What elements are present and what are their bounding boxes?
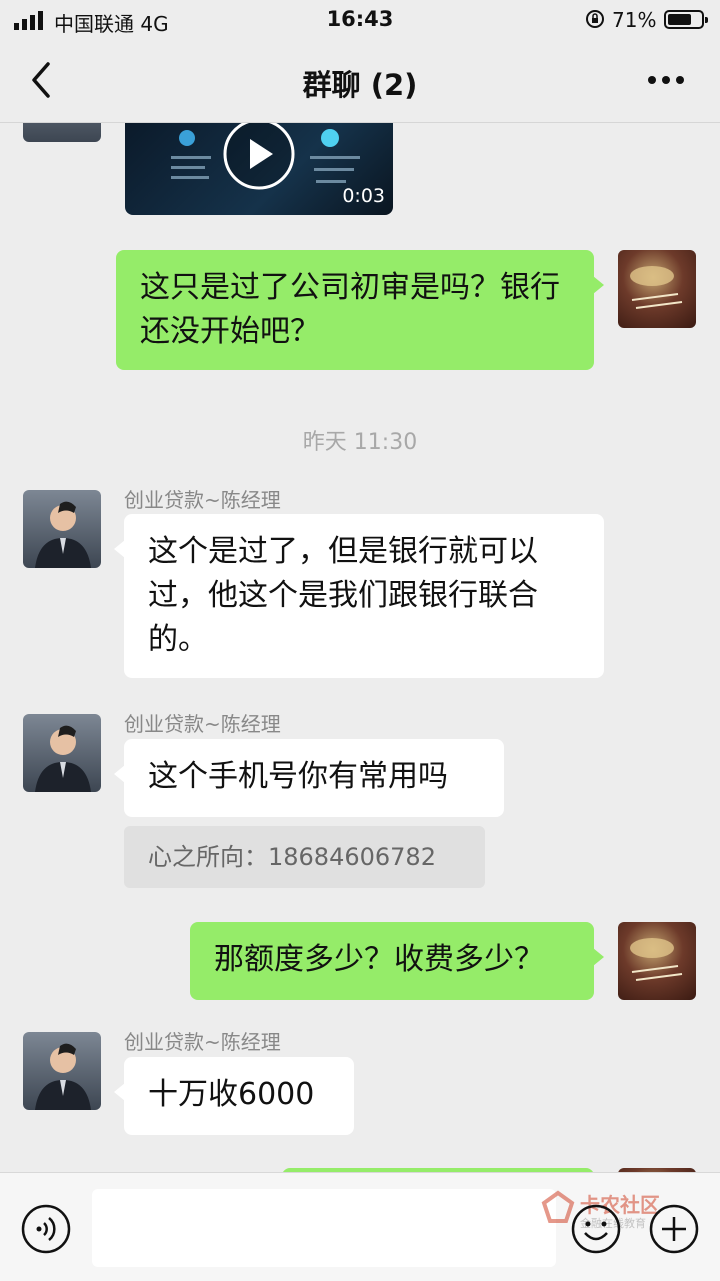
page-title: 群聊 (2) bbox=[302, 68, 418, 102]
avatar-person-graphic bbox=[35, 501, 91, 568]
quoted-message[interactable]: 心之所向：18684606782 bbox=[124, 826, 485, 888]
avatar-person-graphic bbox=[35, 1043, 91, 1110]
received-message-bubble[interactable]: 这个手机号你有常用吗 bbox=[114, 739, 504, 817]
plus-icon[interactable] bbox=[648, 1203, 700, 1255]
battery-icon bbox=[664, 10, 708, 29]
sender-name: 创业贷款~陈经理 bbox=[124, 488, 281, 512]
sent-message-bubble[interactable]: 这只是过了公司初审是吗？银行还没开始吧？ bbox=[116, 250, 604, 370]
avatar-person-graphic bbox=[35, 725, 91, 792]
avatar-logo-graphic bbox=[630, 938, 683, 981]
sender-name: 创业贷款~陈经理 bbox=[124, 712, 281, 736]
battery-percent: 71% bbox=[612, 8, 657, 32]
status-bar: 中国联通 4G 16:43 71% bbox=[0, 0, 720, 40]
received-message-bubble[interactable]: 这个是过了，但是银行就可以过，他这个是我们跟银行联合的。 bbox=[114, 514, 604, 678]
avatar[interactable] bbox=[23, 122, 101, 142]
timestamp: 昨天 11:30 bbox=[302, 430, 418, 455]
rotation-lock-icon bbox=[586, 10, 604, 28]
chat-header: 群聊 (2) bbox=[0, 40, 720, 123]
avatar[interactable] bbox=[23, 714, 101, 792]
avatar[interactable] bbox=[23, 490, 101, 568]
more-options-icon[interactable] bbox=[646, 74, 686, 86]
received-message-bubble[interactable]: 十万收6000 bbox=[114, 1057, 354, 1135]
avatar[interactable] bbox=[618, 250, 696, 328]
emoji-icon[interactable] bbox=[570, 1203, 622, 1255]
avatar-logo-graphic bbox=[630, 266, 683, 309]
video-duration: 0:03 bbox=[342, 185, 385, 207]
video-message[interactable]: 0:03 bbox=[125, 122, 393, 215]
avatar[interactable] bbox=[618, 922, 696, 1000]
sender-name: 创业贷款~陈经理 bbox=[124, 1030, 281, 1054]
message-list[interactable]: 0:03 这只是过了公司初审是吗？银行还没开始吧？ 昨天 11:30 创业贷款~… bbox=[0, 122, 720, 1172]
video-thumbnail-graphic bbox=[171, 130, 211, 179]
battery-fill bbox=[668, 14, 691, 25]
voice-input-icon[interactable] bbox=[20, 1203, 72, 1255]
input-bar: 卡农社区 金融在线教育 bbox=[0, 1172, 720, 1281]
play-icon[interactable] bbox=[221, 122, 297, 198]
avatar[interactable] bbox=[23, 1032, 101, 1110]
message-input[interactable] bbox=[92, 1189, 556, 1267]
sent-message-bubble[interactable]: 那额度多少？收费多少？ bbox=[190, 922, 604, 1000]
